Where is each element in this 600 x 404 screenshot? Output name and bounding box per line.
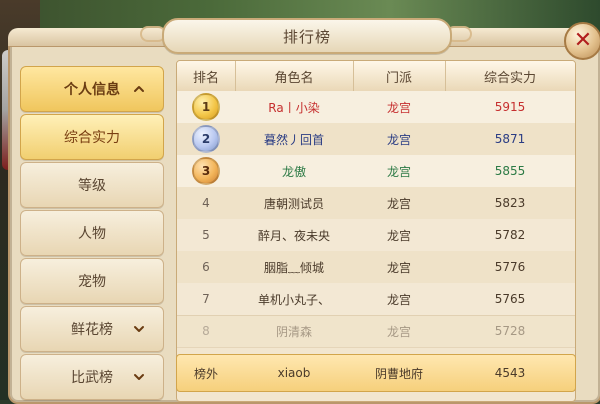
- school-cell: 龙宫: [386, 228, 411, 243]
- sidebar-item-arena-rank[interactable]: 比武榜: [20, 354, 164, 400]
- rank-2-medal-icon: 2: [192, 125, 220, 153]
- rank-cell: 4: [202, 196, 210, 210]
- sidebar-item-label: 个人信息: [64, 82, 120, 98]
- header-role-name: 角色名: [274, 70, 314, 86]
- power-cell: 5915: [494, 100, 526, 114]
- header-rank: 排名: [192, 70, 219, 86]
- school-cell: 龙宫: [386, 292, 411, 307]
- rank-table: 排名 角色名 门派 综合实力 1 Ra丨小染 龙宫 5915 2 暮然丿回首 龙…: [176, 60, 576, 402]
- footer-role-name: xiaob: [277, 366, 311, 380]
- footer-power: 4543: [494, 366, 526, 380]
- table-row[interactable]: 8 阴清森 龙宫 5728: [177, 315, 575, 348]
- role-name-cell: 龙傲: [281, 164, 306, 179]
- own-rank-footer: 榜外 xiaob 阴曹地府 4543: [176, 354, 576, 392]
- role-name-cell: 唐朝测试员: [263, 196, 324, 211]
- role-name-cell: 阴清森: [275, 324, 312, 339]
- sidebar: 个人信息 综合实力 等级 人物 宠物 鲜花榜 比武榜: [20, 60, 164, 400]
- power-cell: 5855: [494, 164, 526, 178]
- table-row[interactable]: 2 暮然丿回首 龙宫 5871: [177, 123, 575, 156]
- rank-cell: 3: [177, 155, 235, 187]
- table-row[interactable]: 4 唐朝测试员 龙宫 5823: [177, 187, 575, 220]
- header-school: 门派: [385, 70, 412, 86]
- sidebar-item-overall-power[interactable]: 综合实力: [20, 114, 164, 160]
- rank-cell: 8: [202, 324, 210, 338]
- power-cell: 5728: [494, 324, 526, 338]
- power-cell: 5823: [494, 196, 526, 210]
- table-row[interactable]: 6 胭脂﹏倾城 龙宫 5776: [177, 251, 575, 284]
- power-cell: 5776: [494, 260, 526, 274]
- sidebar-item-character[interactable]: 人物: [20, 210, 164, 256]
- sidebar-item-label: 等级: [78, 178, 106, 194]
- rank-cell: 5: [202, 228, 210, 242]
- chevron-up-icon: [131, 81, 147, 97]
- rank-cell: 1: [177, 91, 235, 123]
- role-name-cell: 暮然丿回首: [263, 132, 324, 147]
- close-button[interactable]: ✕: [564, 22, 600, 60]
- table-row[interactable]: 1 Ra丨小染 龙宫 5915: [177, 91, 575, 124]
- sidebar-item-label: 宠物: [78, 274, 106, 290]
- chevron-down-icon: [131, 369, 147, 385]
- sidebar-item-label: 比武榜: [71, 370, 113, 386]
- school-cell: 龙宫: [386, 100, 411, 115]
- table-row[interactable]: 3 龙傲 龙宫 5855: [177, 155, 575, 188]
- school-cell: 龙宫: [386, 260, 411, 275]
- rank-table-header: 排名 角色名 门派 综合实力: [177, 61, 575, 92]
- table-row[interactable]: 5 醉月、夜未央 龙宫 5782: [177, 219, 575, 252]
- title-banner: 排行榜: [162, 18, 452, 54]
- chevron-down-icon: [131, 321, 147, 337]
- sidebar-item-personal-info[interactable]: 个人信息: [20, 66, 164, 112]
- school-cell: 龙宫: [386, 132, 411, 147]
- school-cell: 龙宫: [386, 164, 411, 179]
- sidebar-item-pet[interactable]: 宠物: [20, 258, 164, 304]
- sidebar-item-level[interactable]: 等级: [20, 162, 164, 208]
- rank-cell: 2: [177, 123, 235, 155]
- window-title: 排行榜: [282, 27, 331, 46]
- role-name-cell: 醉月、夜未央: [257, 228, 330, 243]
- sidebar-item-label: 人物: [78, 226, 106, 242]
- school-cell: 龙宫: [386, 324, 411, 339]
- sidebar-item-label: 鲜花榜: [71, 322, 113, 338]
- school-cell: 龙宫: [386, 196, 411, 211]
- table-row[interactable]: 7 单机小丸子、 龙宫 5765: [177, 283, 575, 316]
- role-name-cell: 胭脂﹏倾城: [263, 260, 324, 275]
- rank-3-medal-icon: 3: [192, 157, 220, 185]
- role-name-cell: 单机小丸子、: [257, 292, 330, 307]
- rank-1-medal-icon: 1: [192, 93, 220, 121]
- power-cell: 5765: [494, 292, 526, 306]
- sidebar-item-label: 综合实力: [64, 130, 120, 146]
- rank-cell: 6: [202, 260, 210, 274]
- power-cell: 5871: [494, 132, 526, 146]
- footer-rank-label: 榜外: [193, 366, 218, 381]
- header-overall-power: 综合实力: [483, 70, 536, 86]
- power-cell: 5782: [494, 228, 526, 242]
- role-name-cell: Ra丨小染: [268, 100, 320, 115]
- rank-cell: 7: [202, 292, 210, 306]
- footer-school: 阴曹地府: [374, 366, 423, 381]
- sidebar-item-flower-rank[interactable]: 鲜花榜: [20, 306, 164, 352]
- close-icon: ✕: [573, 28, 593, 53]
